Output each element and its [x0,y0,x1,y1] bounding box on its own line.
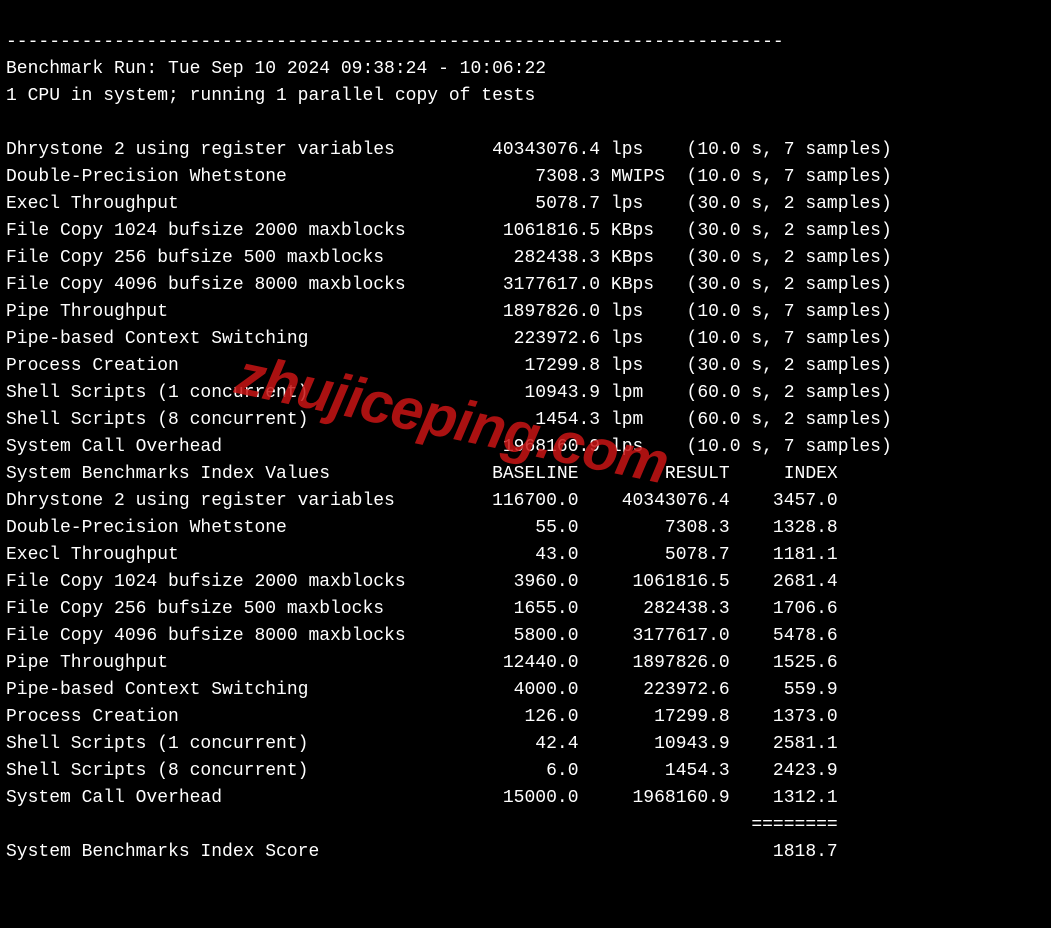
score-line: System Benchmarks Index Score 1818.7 [6,842,838,862]
score-divider-line: ======== [6,815,838,835]
terminal-output: ----------------------------------------… [0,0,1051,903]
separator-line: ----------------------------------------… [6,32,784,52]
benchmark-run-line: Benchmark Run: Tue Sep 10 2024 09:38:24 … [6,59,546,79]
results-block: Dhrystone 2 using register variables 403… [6,140,892,457]
index-header-line: System Benchmarks Index Values BASELINE … [6,464,838,484]
index-block: Dhrystone 2 using register variables 116… [6,491,838,808]
cpu-info-line: 1 CPU in system; running 1 parallel copy… [6,86,535,106]
